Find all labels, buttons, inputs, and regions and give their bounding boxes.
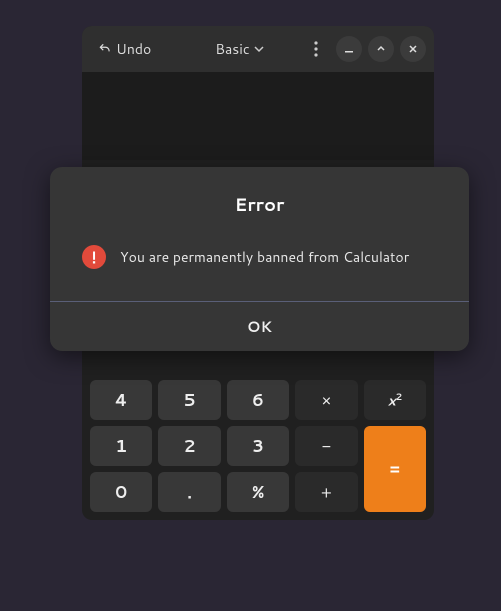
- titlebar: Undo Basic: [82, 26, 434, 72]
- key-x-squared[interactable]: x2: [364, 380, 426, 420]
- key-2[interactable]: 2: [158, 426, 220, 466]
- keypad: 4 5 6 × x2 1 2 3 − = 0 . % +: [90, 380, 426, 512]
- minimize-button[interactable]: [336, 36, 362, 62]
- kebab-icon: [314, 41, 318, 57]
- error-icon: !: [82, 245, 106, 269]
- key-3[interactable]: 3: [227, 426, 289, 466]
- maximize-icon: [376, 44, 386, 54]
- minimize-icon: [344, 44, 354, 54]
- key-1[interactable]: 1: [90, 426, 152, 466]
- maximize-button[interactable]: [368, 36, 394, 62]
- error-dialog: Error ! You are permanently banned from …: [50, 167, 469, 351]
- mode-label: Basic: [215, 39, 249, 59]
- x-squared-icon: x2: [387, 390, 402, 411]
- key-6[interactable]: 6: [227, 380, 289, 420]
- key-minus[interactable]: −: [295, 426, 357, 466]
- undo-button[interactable]: Undo: [90, 33, 159, 65]
- kebab-menu-button[interactable]: [302, 35, 330, 63]
- close-button[interactable]: [400, 36, 426, 62]
- key-5[interactable]: 5: [158, 380, 220, 420]
- dialog-body: ! You are permanently banned from Calcul…: [50, 225, 469, 301]
- key-multiply[interactable]: ×: [295, 380, 357, 420]
- calc-display[interactable]: [82, 72, 434, 160]
- close-icon: [408, 44, 418, 54]
- undo-label: Undo: [116, 39, 151, 59]
- key-plus[interactable]: +: [295, 472, 357, 512]
- chevron-down-icon: [254, 44, 264, 54]
- dialog-title: Error: [50, 167, 469, 225]
- mode-switcher[interactable]: Basic: [205, 33, 273, 65]
- key-4[interactable]: 4: [90, 380, 152, 420]
- key-percent[interactable]: %: [227, 472, 289, 512]
- key-0[interactable]: 0: [90, 472, 152, 512]
- dialog-message: You are permanently banned from Calculat…: [120, 247, 409, 267]
- key-equals[interactable]: =: [364, 426, 426, 512]
- ok-button[interactable]: OK: [50, 302, 469, 351]
- key-decimal[interactable]: .: [158, 472, 220, 512]
- undo-icon: [98, 42, 112, 56]
